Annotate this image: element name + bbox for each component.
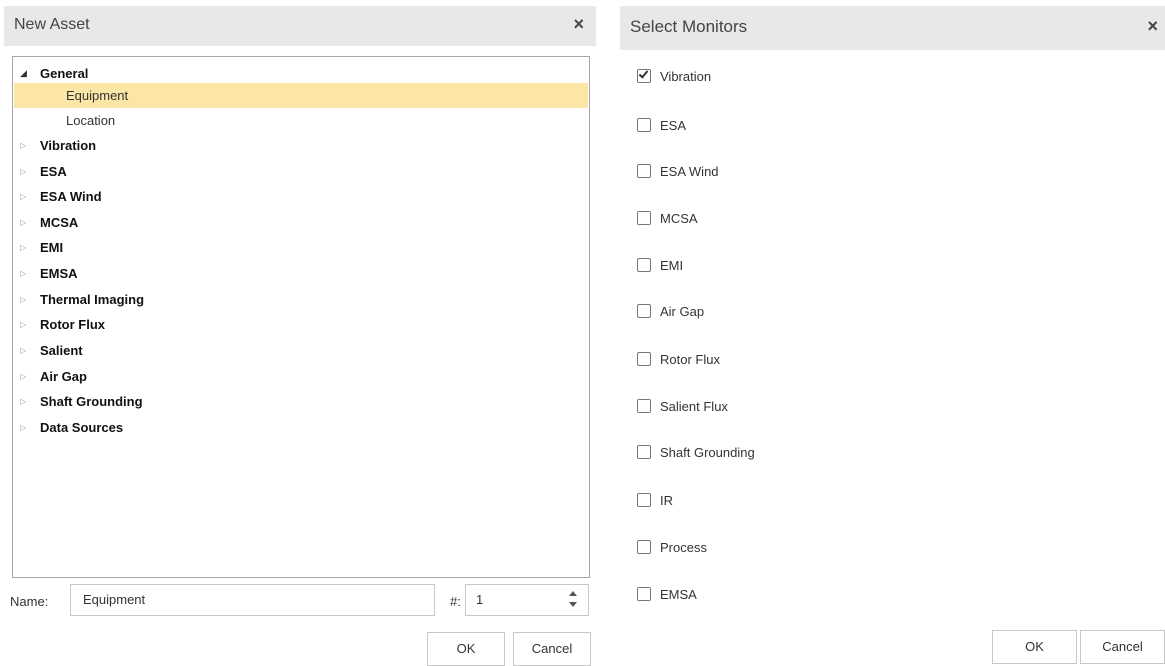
- monitor-label: Rotor Flux: [660, 352, 720, 367]
- spinner-icon[interactable]: [569, 591, 579, 609]
- checkbox-checked-icon[interactable]: [637, 68, 651, 83]
- tree-item-data-sources[interactable]: ▷ Data Sources: [14, 415, 588, 440]
- checkbox-icon[interactable]: [637, 540, 651, 554]
- spinner-down-icon[interactable]: [569, 602, 577, 607]
- tree-item-label: Rotor Flux: [40, 317, 105, 332]
- tree-item-label: Shaft Grounding: [40, 394, 143, 409]
- collapsed-arrow-icon[interactable]: ▷: [20, 287, 26, 312]
- collapsed-arrow-icon[interactable]: ▷: [20, 235, 26, 260]
- monitor-label: ESA: [660, 118, 687, 133]
- monitor-label: Process: [660, 540, 707, 555]
- number-value: 1: [476, 592, 484, 607]
- checkbox-icon[interactable]: [637, 304, 651, 318]
- cancel-button[interactable]: Cancel: [1080, 630, 1165, 664]
- tree-item-label: Location: [66, 113, 116, 128]
- tree-item-label: ESA: [40, 164, 67, 179]
- tree-item-air-gap[interactable]: ▷ Air Gap: [14, 364, 588, 389]
- tree-item-shaft-grounding[interactable]: ▷ Shaft Grounding: [14, 389, 588, 414]
- tree-item-label: Salient: [40, 343, 83, 358]
- checkbox-icon[interactable]: [637, 493, 651, 507]
- collapsed-arrow-icon[interactable]: ▷: [20, 184, 26, 209]
- monitor-label: MCSA: [660, 211, 698, 226]
- spinner-up-icon[interactable]: [569, 591, 577, 596]
- tree-item-esa-wind[interactable]: ▷ ESA Wind: [14, 184, 588, 209]
- ok-button[interactable]: OK: [992, 630, 1077, 664]
- collapsed-arrow-icon[interactable]: ▷: [20, 389, 26, 414]
- new-asset-title: New Asset: [14, 16, 90, 33]
- monitor-label: ESA Wind: [660, 164, 719, 179]
- tree-item-salient[interactable]: ▷ Salient: [14, 338, 588, 363]
- close-icon[interactable]: ×: [573, 14, 584, 34]
- ok-button[interactable]: OK: [427, 632, 505, 666]
- tree-item-location[interactable]: Location: [14, 108, 588, 133]
- tree-item-label: Data Sources: [40, 420, 124, 435]
- tree-item-emi[interactable]: ▷ EMI: [14, 235, 588, 260]
- name-label: Name:: [10, 594, 49, 609]
- tree-item-label: MCSA: [40, 215, 79, 230]
- collapsed-arrow-icon[interactable]: ▷: [20, 338, 26, 363]
- tree-item-emsa[interactable]: ▷ EMSA: [14, 261, 588, 286]
- close-icon[interactable]: ×: [1147, 16, 1158, 36]
- monitor-label: EMSA: [660, 587, 697, 602]
- new-asset-titlebar: New Asset ×: [4, 6, 596, 46]
- tree-item-equipment[interactable]: Equipment: [14, 83, 588, 108]
- checkbox-icon[interactable]: [637, 258, 651, 272]
- checkbox-icon[interactable]: [637, 445, 651, 459]
- tree-item-label: Thermal Imaging: [40, 292, 145, 307]
- select-monitors-title: Select Monitors: [630, 17, 748, 36]
- tree-item-rotor-flux[interactable]: ▷ Rotor Flux: [14, 312, 588, 337]
- collapsed-arrow-icon[interactable]: ▷: [20, 312, 26, 337]
- monitor-label: Vibration: [660, 69, 712, 84]
- collapsed-arrow-icon[interactable]: ▷: [20, 261, 26, 286]
- new-asset-dialog: New Asset × ◢ General Equipment Location…: [4, 6, 596, 666]
- tree-item-label: Equipment: [66, 88, 129, 103]
- checkbox-icon[interactable]: [637, 211, 651, 225]
- name-input[interactable]: Equipment: [70, 584, 435, 616]
- collapsed-arrow-icon[interactable]: ▷: [20, 159, 26, 184]
- collapsed-arrow-icon[interactable]: ▷: [20, 133, 26, 158]
- checkbox-icon[interactable]: [637, 118, 651, 132]
- checkbox-icon[interactable]: [637, 399, 651, 413]
- number-stepper[interactable]: 1: [465, 584, 589, 616]
- monitor-label: EMI: [660, 258, 684, 273]
- checkbox-icon[interactable]: [637, 352, 651, 366]
- asset-tree: ◢ General Equipment Location ▷ Vibration…: [12, 56, 590, 578]
- number-label: #:: [450, 594, 461, 609]
- monitor-label: Air Gap: [660, 304, 705, 319]
- tree-item-label: Vibration: [40, 138, 97, 153]
- collapsed-arrow-icon[interactable]: ▷: [20, 364, 26, 389]
- tree-item-thermal-imaging[interactable]: ▷ Thermal Imaging: [14, 287, 588, 312]
- monitor-label: Shaft Grounding: [660, 445, 755, 460]
- cancel-button[interactable]: Cancel: [513, 632, 591, 666]
- select-monitors-titlebar: Select Monitors ×: [620, 6, 1165, 50]
- checkbox-icon[interactable]: [637, 164, 651, 178]
- collapsed-arrow-icon[interactable]: ▷: [20, 415, 26, 440]
- tree-item-vibration[interactable]: ▷ Vibration: [14, 133, 588, 158]
- collapsed-arrow-icon[interactable]: ▷: [20, 210, 26, 235]
- monitor-label: IR: [660, 493, 673, 508]
- tree-item-esa[interactable]: ▷ ESA: [14, 159, 588, 184]
- monitor-label: Salient Flux: [660, 399, 728, 414]
- tree-item-label: Air Gap: [40, 369, 87, 384]
- tree-item-mcsa[interactable]: ▷ MCSA: [14, 210, 588, 235]
- select-monitors-dialog: Select Monitors × Vibration ESA ESA Wind…: [620, 6, 1165, 666]
- checkbox-icon[interactable]: [637, 587, 651, 601]
- tree-item-label: ESA Wind: [40, 189, 102, 204]
- tree-item-label: EMI: [40, 240, 64, 255]
- tree-item-label: EMSA: [40, 266, 78, 281]
